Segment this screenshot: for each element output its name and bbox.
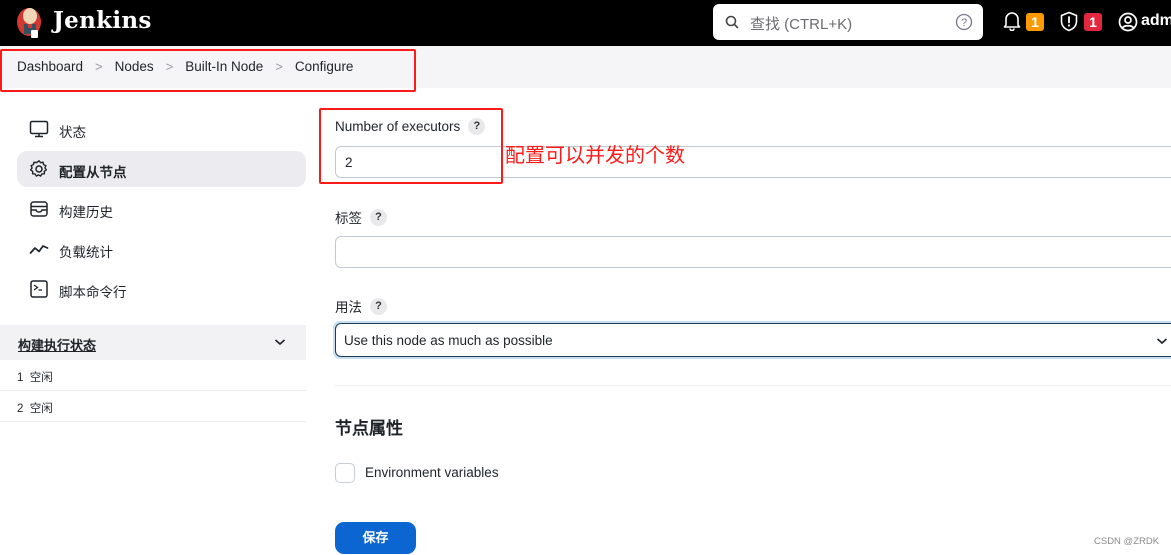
- executor-state: 空闲: [29, 372, 53, 384]
- environment-variables-checkbox[interactable]: [335, 463, 355, 483]
- executor-status-header[interactable]: 构建执行状态: [0, 325, 306, 360]
- notification-count-badge[interactable]: 1: [1026, 13, 1044, 31]
- monitor-icon: [29, 120, 49, 138]
- labels-label: 标签 ?: [335, 207, 387, 227]
- sidebar-item-script-console[interactable]: 脚本命令行: [17, 271, 306, 307]
- chevron-down-icon[interactable]: [1156, 336, 1168, 346]
- sidebar-item-status[interactable]: 状态: [17, 111, 306, 147]
- search-icon: [725, 15, 739, 29]
- gear-icon: [30, 160, 47, 177]
- security-count-badge[interactable]: 1: [1084, 13, 1102, 31]
- node-properties-title: 节点属性: [335, 419, 403, 438]
- inbox-icon: [30, 201, 48, 217]
- labels-input[interactable]: [335, 236, 1171, 268]
- line-chart-icon: [29, 245, 49, 254]
- environment-variables-label[interactable]: Environment variables: [365, 465, 499, 480]
- sidebar-item-load-statistics[interactable]: 负载统计: [17, 231, 306, 267]
- executor-status-title[interactable]: 构建执行状态: [18, 335, 96, 354]
- usage-select-box[interactable]: Use this node as much as possible: [335, 323, 1171, 357]
- notification-bell-icon[interactable]: [1003, 11, 1021, 31]
- security-shield-icon[interactable]: [1059, 11, 1079, 32]
- help-icon[interactable]: ?: [955, 13, 973, 31]
- annotation-box-breadcrumb: [0, 49, 416, 92]
- top-header: Jenkins 查找 (CTRL+K) ? 1 1 adm: [0, 0, 1171, 46]
- search-input[interactable]: 查找 (CTRL+K): [750, 13, 852, 34]
- usage-label-text: 用法: [335, 300, 362, 315]
- executor-row: 1 空闲: [0, 360, 306, 391]
- sidebar-item-label: 构建历史: [59, 205, 113, 220]
- executor-state: 空闲: [29, 403, 53, 415]
- executor-row: 2 空闲: [0, 391, 306, 422]
- user-avatar-icon[interactable]: [1118, 12, 1138, 32]
- user-name-link[interactable]: adm: [1141, 12, 1171, 30]
- sidebar-item-label: 状态: [59, 125, 86, 140]
- usage-select[interactable]: Use this node as much as possible: [333, 321, 1171, 359]
- sidebar-item-label: 脚本命令行: [59, 285, 127, 300]
- labels-help-icon[interactable]: ?: [370, 208, 387, 226]
- sidebar-item-build-history[interactable]: 构建历史: [17, 191, 306, 227]
- usage-selected-value: Use this node as much as possible: [344, 333, 553, 348]
- executor-number: 2: [17, 403, 24, 415]
- watermark: CSDN @ZRDK: [1094, 536, 1160, 547]
- usage-help-icon[interactable]: ?: [370, 297, 387, 315]
- save-button[interactable]: 保存: [335, 522, 416, 554]
- jenkins-logo-icon[interactable]: [15, 4, 45, 40]
- terminal-icon: [30, 280, 48, 298]
- labels-label-text: 标签: [335, 211, 362, 226]
- brand-name[interactable]: Jenkins: [53, 7, 152, 34]
- sidebar-item-configure-node[interactable]: 配置从节点: [17, 151, 306, 187]
- chevron-down-icon[interactable]: [274, 337, 286, 347]
- search-box[interactable]: 查找 (CTRL+K) ?: [713, 4, 983, 40]
- annotation-text: 配置可以并发的个数: [505, 145, 685, 167]
- sidebar-item-label: 配置从节点: [59, 165, 127, 180]
- annotation-box-executors: [319, 108, 503, 184]
- svg-text:?: ?: [961, 17, 967, 29]
- sidebar-item-label: 负载统计: [59, 245, 113, 260]
- usage-label: 用法 ?: [335, 296, 387, 316]
- executor-number: 1: [17, 372, 24, 384]
- section-divider: [335, 385, 1171, 386]
